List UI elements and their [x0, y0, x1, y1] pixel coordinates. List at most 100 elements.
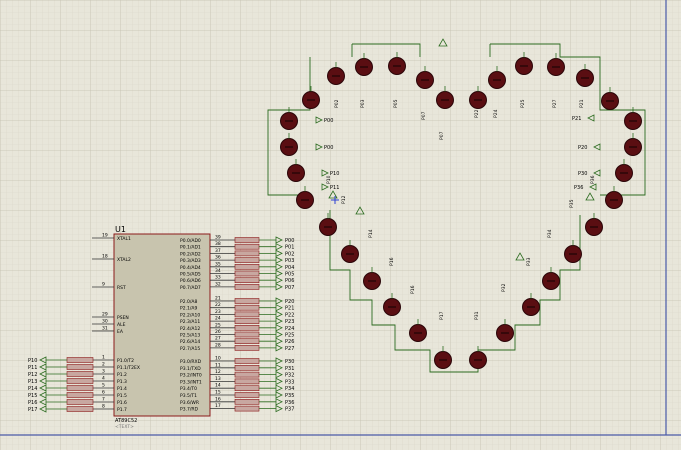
led-net-label: P03 [360, 99, 366, 108]
pullup-resistor [234, 345, 260, 351]
pin-name: P3.4/T0 [180, 386, 197, 392]
led-net-label: P27 [552, 99, 558, 108]
pin-name: P3.1/TXD [180, 366, 201, 372]
pullup-resistor [66, 371, 94, 377]
pin-name: P0.0/AD0 [180, 238, 201, 244]
pin-number: 35 [215, 261, 221, 267]
led-net-label: P05 [393, 99, 399, 108]
pullup-resistor [234, 405, 260, 412]
pin-number: 9 [102, 282, 105, 288]
led-net-label: P12 [341, 195, 347, 204]
pullup-resistor [234, 392, 260, 398]
pullup-resistor [234, 364, 260, 371]
net-label: P30 [578, 171, 587, 177]
led-net-label: P35 [569, 199, 575, 208]
pin-name: P3.0/RXD [180, 359, 202, 365]
net-label: P36 [285, 400, 294, 406]
pin-name: P0.1/AD1 [180, 245, 201, 251]
pin-name: P1.7 [117, 407, 127, 413]
net-label: P00 [324, 118, 333, 124]
net-label: P04 [285, 265, 294, 271]
schematic-canvas[interactable]: U1 AT89C52 <TEXT> 19 XTAL1 18 XTAL2 9 RST 29 PS… [0, 0, 681, 450]
net-label: P27 [285, 346, 294, 352]
pin-name: P1.5 [117, 393, 127, 399]
net-label: P20 [285, 299, 294, 305]
pullup-resistor [234, 378, 260, 385]
pin-number: 14 [215, 383, 221, 389]
pin-number: 21 [215, 296, 221, 302]
pin-name: P2.7/A15 [180, 346, 200, 352]
led-net-label: P36 [590, 175, 596, 184]
net-label: P36 [574, 185, 583, 191]
pin-number: 2 [102, 362, 105, 368]
pin-name: P3.2/INT0 [180, 373, 202, 379]
pin-name: P0.5/AD5 [180, 272, 201, 278]
net-label: P07 [285, 285, 294, 291]
pin-number: 7 [102, 397, 105, 403]
net-label: P13 [28, 379, 37, 385]
pin-name: PSEN [117, 315, 129, 321]
pullup-resistor [234, 263, 260, 270]
net-label: P32 [285, 373, 294, 379]
schematic-sheet[interactable]: U1 AT89C52 <TEXT> 19XTAL118XTAL29RST29PS… [0, 0, 681, 450]
pin-number: 29 [102, 312, 108, 318]
net-label: P10 [28, 358, 37, 364]
pin-number: 36 [215, 255, 221, 261]
pin-name: XTAL1 [117, 236, 131, 242]
pullup-resistor [234, 371, 260, 378]
pin-name: XTAL2 [117, 257, 131, 263]
led-net-label: P32 [501, 283, 507, 292]
pin-number: 16 [215, 396, 221, 402]
pin-number: 3 [102, 369, 105, 375]
chip-part-sub: <TEXT> [115, 424, 134, 430]
pullup-resistor [234, 243, 260, 250]
net-label: P37 [285, 407, 294, 413]
net-label: P23 [285, 319, 294, 325]
pin-name: ALE [117, 322, 126, 328]
led-net-label: P34 [547, 229, 553, 238]
net-label: P22 [285, 312, 294, 318]
pullup-resistor [234, 304, 260, 311]
pin-number: 37 [215, 248, 221, 254]
net-label: P11 [330, 185, 339, 191]
pin-name: RST [117, 285, 126, 291]
led-net-label: P17 [439, 311, 445, 320]
pin-number: 24 [215, 316, 221, 322]
led-net-label: P10 [326, 175, 332, 184]
pin-number: 17 [215, 403, 221, 409]
pin-name: P3.3/INT1 [180, 379, 202, 385]
led-net-label: P16 [389, 257, 395, 266]
pullup-resistor [66, 399, 94, 405]
pin-name: P0.6/AD6 [180, 278, 201, 284]
pin-name: P3.7/RD [180, 407, 199, 413]
pullup-resistor [234, 385, 260, 392]
pin-number: 4 [102, 376, 105, 382]
pin-name: P2.3/A11 [180, 319, 200, 325]
net-label: P24 [285, 326, 294, 332]
pin-number: 5 [102, 383, 105, 389]
pullup-resistor [66, 357, 94, 363]
net-label: P01 [285, 245, 294, 251]
pullup-resistor [234, 250, 260, 257]
pin-number: 31 [102, 326, 108, 332]
pin-number: 27 [215, 336, 221, 342]
pin-name: P3.5/T1 [180, 393, 197, 399]
pullup-resistor [66, 392, 94, 398]
led-net-label: P16 [410, 285, 416, 294]
net-label: P25 [285, 333, 294, 339]
net-label: P20 [578, 145, 587, 151]
net-label: P06 [285, 278, 294, 284]
net-label: P35 [285, 393, 294, 399]
pullup-resistor [234, 257, 260, 263]
pin-number: 18 [102, 254, 108, 260]
net-label: P12 [28, 372, 37, 378]
pullup-resistor [234, 318, 260, 324]
led-net-label: P31 [474, 311, 480, 320]
pullup-resistor [234, 277, 260, 284]
pullup-resistor [234, 338, 260, 345]
net-label: P05 [285, 272, 294, 278]
pin-name: P2.2/A10 [180, 312, 200, 318]
net-label: P34 [285, 386, 294, 392]
net-label: P14 [28, 386, 37, 392]
led-net-label: P07 [421, 111, 427, 120]
